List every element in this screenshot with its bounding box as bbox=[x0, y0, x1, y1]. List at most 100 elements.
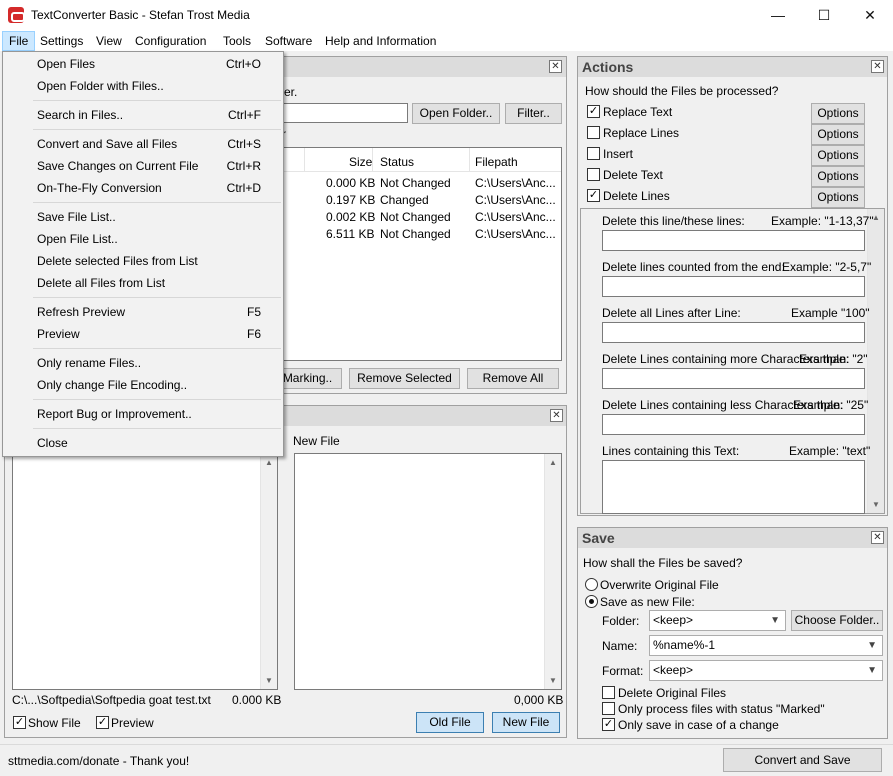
only-changed-checkbox[interactable]: ✓ bbox=[602, 718, 615, 731]
menu-item-delete-all[interactable]: Delete all Files from List bbox=[37, 273, 165, 293]
close-icon[interactable]: ✕ bbox=[847, 0, 893, 31]
scrollbar[interactable]: ▲ ▼ bbox=[867, 209, 884, 513]
replace-lines-options-button[interactable]: Options bbox=[811, 124, 865, 145]
only-marked-checkbox[interactable] bbox=[602, 702, 615, 715]
folder-select[interactable]: <keep> ▼ bbox=[649, 610, 786, 631]
old-file-button[interactable]: Old File bbox=[416, 712, 484, 733]
save-as-new-label: Save as new File: bbox=[600, 595, 695, 609]
scroll-down-icon[interactable]: ▼ bbox=[549, 676, 557, 685]
save-as-new-radio[interactable] bbox=[585, 595, 598, 608]
menu-item-delete-selected[interactable]: Delete selected Files from List bbox=[37, 251, 198, 271]
open-folder-button[interactable]: Open Folder.. bbox=[412, 103, 500, 124]
menu-item-open-files[interactable]: Open Files bbox=[37, 54, 95, 74]
format-select[interactable]: <keep> ▼ bbox=[649, 660, 883, 681]
files-panel-close-icon[interactable]: ✕ bbox=[549, 60, 562, 73]
replace-text-options-button[interactable]: Options bbox=[811, 103, 865, 124]
delete-after-line-input[interactable] bbox=[602, 322, 865, 343]
delete-lines-checkbox[interactable]: ✓ bbox=[587, 189, 600, 202]
delete-original-checkbox[interactable] bbox=[602, 686, 615, 699]
menu-item-refresh-preview[interactable]: Refresh Preview bbox=[37, 302, 125, 322]
insert-checkbox[interactable] bbox=[587, 147, 600, 160]
replace-text-label: Replace Text bbox=[603, 105, 673, 119]
menu-item-save-current[interactable]: Save Changes on Current File bbox=[37, 156, 198, 176]
remove-selected-button[interactable]: Remove Selected bbox=[349, 368, 460, 389]
scroll-up-icon[interactable]: ▲ bbox=[549, 458, 557, 467]
window-title: TextConverter Basic - Stefan Trost Media bbox=[31, 8, 250, 22]
preview-checkbox[interactable]: ✓ bbox=[96, 716, 109, 729]
menu-separator bbox=[33, 428, 281, 429]
preview-label: Preview bbox=[111, 716, 154, 730]
save-title: Save bbox=[578, 528, 887, 548]
scrollbar[interactable]: ▲ ▼ bbox=[260, 454, 277, 689]
table-row[interactable]: 0.000 KB Not Changed C:\Users\Anc... bbox=[274, 176, 561, 193]
choose-folder-button[interactable]: Choose Folder.. bbox=[791, 610, 883, 631]
folder-value: <keep> bbox=[653, 613, 694, 627]
delete-lines-options-button[interactable]: Options bbox=[811, 187, 865, 208]
menu-item-save-file-list[interactable]: Save File List.. bbox=[37, 207, 116, 227]
cell-filepath: C:\Users\Anc... bbox=[475, 227, 556, 241]
convert-and-save-button[interactable]: Convert and Save bbox=[723, 748, 882, 772]
menu-item-search-in-files[interactable]: Search in Files.. bbox=[37, 105, 123, 125]
menu-help[interactable]: Help and Information bbox=[319, 31, 442, 51]
menu-item-on-the-fly[interactable]: On-The-Fly Conversion bbox=[37, 178, 162, 198]
column-header-size[interactable]: Size bbox=[349, 155, 372, 169]
menu-item-preview[interactable]: Preview bbox=[37, 324, 80, 344]
cell-size: 0.197 KB bbox=[326, 193, 376, 207]
delete-from-end-input[interactable] bbox=[602, 276, 865, 297]
menu-item-convert-save-all[interactable]: Convert and Save all Files bbox=[37, 134, 177, 154]
menu-item-only-rename[interactable]: Only rename Files.. bbox=[37, 353, 141, 373]
save-close-icon[interactable]: ✕ bbox=[871, 531, 884, 544]
column-header-status[interactable]: Status bbox=[380, 155, 414, 169]
menu-view[interactable]: View bbox=[90, 31, 128, 51]
replace-lines-label: Replace Lines bbox=[603, 126, 680, 140]
scroll-up-icon[interactable]: ▲ bbox=[265, 458, 273, 467]
files-search-input[interactable] bbox=[273, 103, 408, 123]
scrollbar[interactable]: ▲ ▼ bbox=[544, 454, 561, 689]
maximize-icon[interactable]: ☐ bbox=[801, 0, 847, 31]
menu-settings[interactable]: Settings bbox=[34, 31, 89, 51]
files-hint-text: er. bbox=[284, 85, 298, 99]
cell-filepath: C:\Users\Anc... bbox=[475, 210, 556, 224]
replace-text-checkbox[interactable]: ✓ bbox=[587, 105, 600, 118]
menu-software[interactable]: Software bbox=[259, 31, 318, 51]
menu-item-open-file-list[interactable]: Open File List.. bbox=[37, 229, 118, 249]
menu-tools[interactable]: Tools bbox=[217, 31, 257, 51]
table-row[interactable]: 0.002 KB Not Changed C:\Users\Anc... bbox=[274, 210, 561, 227]
scroll-down-icon[interactable]: ▼ bbox=[872, 500, 880, 509]
table-row[interactable]: 6.511 KB Not Changed C:\Users\Anc... bbox=[274, 227, 561, 244]
more-characters-input[interactable] bbox=[602, 368, 865, 389]
new-file-textarea[interactable]: ▲ ▼ bbox=[294, 453, 562, 690]
menu-item-close[interactable]: Close bbox=[37, 433, 68, 453]
overwrite-radio[interactable] bbox=[585, 578, 598, 591]
menu-file[interactable]: File bbox=[2, 31, 36, 51]
table-row[interactable]: 0.197 KB Changed C:\Users\Anc... bbox=[274, 193, 561, 210]
delete-text-options-button[interactable]: Options bbox=[811, 166, 865, 187]
delete-line-numbers-input[interactable] bbox=[602, 230, 865, 251]
scroll-down-icon[interactable]: ▼ bbox=[265, 676, 273, 685]
containing-text-input[interactable] bbox=[602, 460, 865, 514]
menu-item-report-bug[interactable]: Report Bug or Improvement.. bbox=[37, 404, 192, 424]
actions-title: Actions bbox=[578, 57, 887, 77]
menu-item-open-folder[interactable]: Open Folder with Files.. bbox=[37, 76, 164, 96]
menu-item-only-change-encoding[interactable]: Only change File Encoding.. bbox=[37, 375, 187, 395]
minimize-icon[interactable]: — bbox=[755, 0, 801, 31]
delete-text-checkbox[interactable] bbox=[587, 168, 600, 181]
column-header-filepath[interactable]: Filepath bbox=[475, 155, 518, 169]
donate-link[interactable]: sttmedia.com/donate - Thank you! bbox=[8, 754, 189, 768]
name-select[interactable]: %name%-1 ▼ bbox=[649, 635, 883, 656]
cell-size: 6.511 KB bbox=[326, 227, 375, 241]
insert-options-button[interactable]: Options bbox=[811, 145, 865, 166]
replace-lines-checkbox[interactable] bbox=[587, 126, 600, 139]
chevron-down-icon: ▼ bbox=[770, 615, 780, 626]
preview-panel-close-icon[interactable]: ✕ bbox=[550, 409, 563, 422]
new-file-button[interactable]: New File bbox=[492, 712, 560, 733]
less-characters-input[interactable] bbox=[602, 414, 865, 435]
show-file-checkbox[interactable]: ✓ bbox=[13, 716, 26, 729]
old-file-textarea[interactable]: ▲ ▼ bbox=[12, 453, 278, 690]
remove-all-button[interactable]: Remove All bbox=[467, 368, 559, 389]
column-divider bbox=[372, 148, 373, 172]
cell-status: Not Changed bbox=[380, 176, 451, 190]
actions-close-icon[interactable]: ✕ bbox=[871, 60, 884, 73]
menu-configuration[interactable]: Configuration bbox=[129, 31, 212, 51]
filter-button[interactable]: Filter.. bbox=[505, 103, 562, 124]
